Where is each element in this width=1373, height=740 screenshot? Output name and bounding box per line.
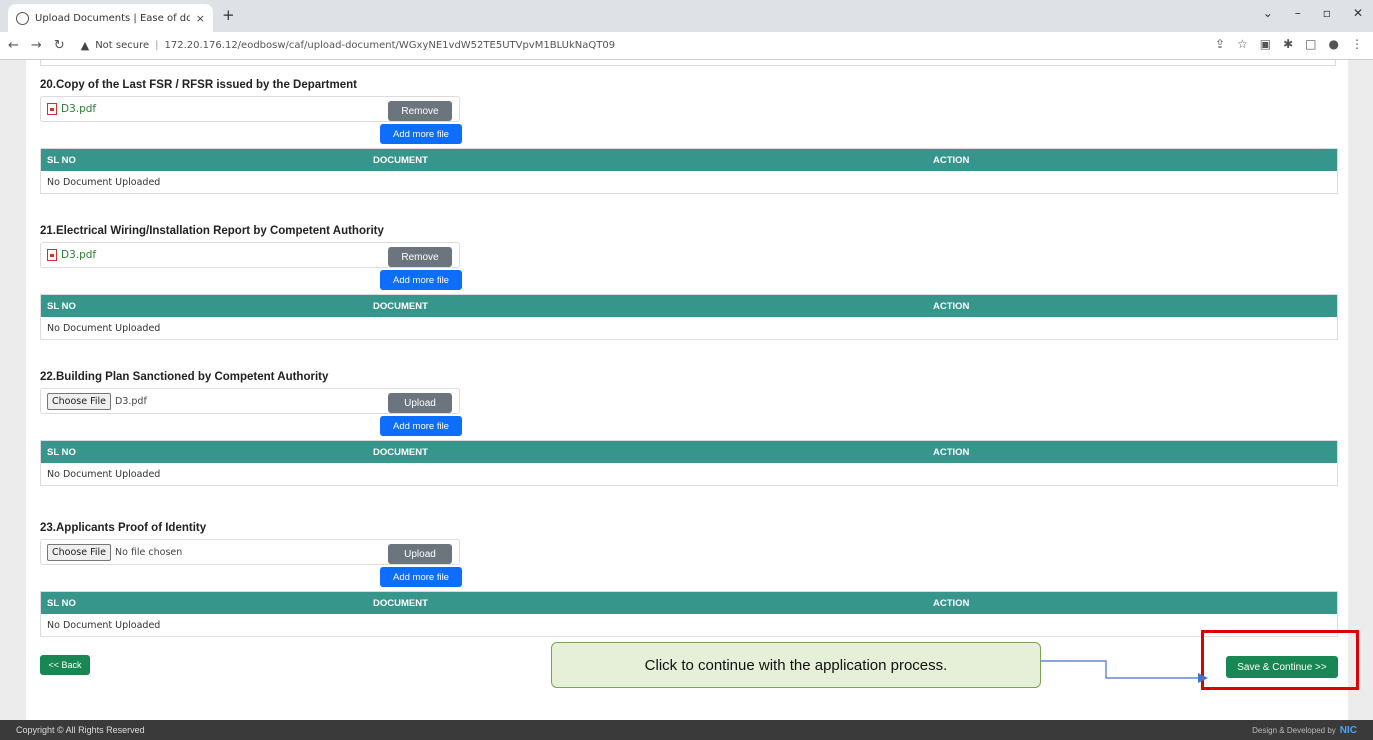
menu-icon[interactable]: ⋮ xyxy=(1351,37,1363,51)
extension-icons: ⇪ ☆ ▣ ✱ □ ● ⋮ xyxy=(1215,37,1363,51)
header-sl-no: SL NO xyxy=(47,154,76,166)
pdf-icon xyxy=(47,249,57,261)
header-sl-no: SL NO xyxy=(47,300,76,312)
document-section-22: 22.Building Plan Sanctioned by Competent… xyxy=(40,368,1338,486)
tab-close-icon[interactable]: × xyxy=(196,12,205,25)
header-document: DOCUMENT xyxy=(373,154,428,166)
profile-icon[interactable]: ● xyxy=(1329,37,1339,51)
previous-table-edge xyxy=(40,60,1336,66)
footer: Copyright © All Rights Reserved Design &… xyxy=(0,720,1373,740)
browser-tabstrip: Upload Documents | Ease of doi × + ⌄ – ▫… xyxy=(0,0,1373,32)
section-title: 23.Applicants Proof of Identity xyxy=(40,522,207,534)
table-header: SL NO DOCUMENT ACTION xyxy=(41,441,1337,463)
tab-title: Upload Documents | Ease of doi xyxy=(35,12,190,24)
table-row: No Document Uploaded xyxy=(47,619,161,631)
file-name: D3.pdf xyxy=(61,103,97,115)
uploaded-file-link[interactable]: D3.pdf xyxy=(47,103,96,115)
developer-credit: Design & Developed by NIC xyxy=(1252,725,1357,736)
add-more-file-button[interactable]: Add more file xyxy=(380,124,462,144)
header-action: ACTION xyxy=(933,154,970,166)
header-action: ACTION xyxy=(933,597,970,609)
header-sl-no: SL NO xyxy=(47,597,76,609)
callout-text: Click to continue with the application p… xyxy=(644,656,948,674)
highlight-box xyxy=(1201,630,1359,690)
chosen-file-name: No file chosen xyxy=(115,546,183,558)
remove-button[interactable]: Remove xyxy=(388,247,452,267)
copyright-text: Copyright © All Rights Reserved xyxy=(16,725,145,735)
documents-table: SL NO DOCUMENT ACTION No Document Upload… xyxy=(40,591,1338,637)
puzzle-icon[interactable]: ✱ xyxy=(1283,37,1293,51)
table-header: SL NO DOCUMENT ACTION xyxy=(41,592,1337,614)
pdf-icon xyxy=(47,103,57,115)
section-title: 21.Electrical Wiring/Installation Report… xyxy=(40,225,384,237)
table-row: No Document Uploaded xyxy=(47,468,161,480)
bookmark-star-icon[interactable]: ☆ xyxy=(1237,37,1248,51)
upload-button[interactable]: Upload xyxy=(388,544,452,564)
chosen-file-name: D3.pdf xyxy=(115,395,147,407)
sidebar-icon[interactable]: □ xyxy=(1305,37,1316,51)
add-more-file-button[interactable]: Add more file xyxy=(380,416,462,436)
documents-table: SL NO DOCUMENT ACTION No Document Upload… xyxy=(40,440,1338,486)
maximize-button[interactable]: ▫ xyxy=(1323,6,1331,20)
forward-arrow-icon[interactable]: → xyxy=(31,38,42,53)
globe-icon xyxy=(16,11,29,25)
table-row: No Document Uploaded xyxy=(47,176,161,188)
choose-file-button[interactable]: Choose File xyxy=(47,392,111,410)
documents-table: SL NO DOCUMENT ACTION No Document Upload… xyxy=(40,294,1338,340)
table-header: SL NO DOCUMENT ACTION xyxy=(41,149,1337,171)
omnibox-separator: | xyxy=(155,40,159,51)
header-sl-no: SL NO xyxy=(47,446,76,458)
upload-button[interactable]: Upload xyxy=(388,393,452,413)
share-icon[interactable]: ⇪ xyxy=(1215,37,1225,51)
file-name: D3.pdf xyxy=(61,249,97,261)
url-text[interactable]: 172.20.176.12/eodbosw/caf/upload-documen… xyxy=(165,40,616,51)
warning-icon: ▲ xyxy=(80,39,90,52)
document-section-20: 20.Copy of the Last FSR / RFSR issued by… xyxy=(40,76,1338,194)
document-section-23: 23.Applicants Proof of Identity Choose F… xyxy=(40,519,1338,637)
new-tab-button[interactable]: + xyxy=(222,6,235,24)
browser-tab[interactable]: Upload Documents | Ease of doi × xyxy=(8,4,213,32)
security-label: Not secure xyxy=(95,40,150,51)
back-button[interactable]: << Back xyxy=(40,655,90,675)
header-document: DOCUMENT xyxy=(373,446,428,458)
file-input-row: Choose File D3.pdf Upload xyxy=(40,388,460,414)
back-arrow-icon[interactable]: ← xyxy=(8,38,19,53)
extension-icon[interactable]: ▣ xyxy=(1260,37,1271,51)
documents-table: SL NO DOCUMENT ACTION No Document Upload… xyxy=(40,148,1338,194)
instruction-callout: Click to continue with the application p… xyxy=(551,642,1041,688)
close-window-button[interactable]: ✕ xyxy=(1353,6,1363,20)
window-controls: ⌄ – ▫ ✕ xyxy=(1263,6,1363,20)
chevron-down-icon[interactable]: ⌄ xyxy=(1263,6,1273,20)
reload-icon[interactable]: ↻ xyxy=(54,38,65,53)
page-content: 20.Copy of the Last FSR / RFSR issued by… xyxy=(26,60,1348,720)
add-more-file-button[interactable]: Add more file xyxy=(380,270,462,290)
remove-button[interactable]: Remove xyxy=(388,101,452,121)
add-more-file-button[interactable]: Add more file xyxy=(380,567,462,587)
header-document: DOCUMENT xyxy=(373,597,428,609)
nic-logo: NIC xyxy=(1339,724,1357,736)
table-header: SL NO DOCUMENT ACTION xyxy=(41,295,1337,317)
table-row: No Document Uploaded xyxy=(47,322,161,334)
header-action: ACTION xyxy=(933,300,970,312)
minimize-button[interactable]: – xyxy=(1295,6,1301,20)
section-title: 22.Building Plan Sanctioned by Competent… xyxy=(40,371,329,383)
header-document: DOCUMENT xyxy=(373,300,428,312)
file-row: D3.pdf Remove xyxy=(40,242,460,268)
uploaded-file-link[interactable]: D3.pdf xyxy=(47,249,96,261)
file-input-row: Choose File No file chosen Upload xyxy=(40,539,460,565)
omnibox[interactable]: ▲ Not secure | 172.20.176.12/eodbosw/caf… xyxy=(81,39,615,52)
developed-by-text: Design & Developed by xyxy=(1252,725,1336,735)
section-title: 20.Copy of the Last FSR / RFSR issued by… xyxy=(40,79,357,91)
header-action: ACTION xyxy=(933,446,970,458)
address-bar: ← → ↻ ▲ Not secure | 172.20.176.12/eodbo… xyxy=(0,32,1373,60)
file-row: D3.pdf Remove xyxy=(40,96,460,122)
choose-file-button[interactable]: Choose File xyxy=(47,543,111,561)
document-section-21: 21.Electrical Wiring/Installation Report… xyxy=(40,222,1338,340)
page-viewport: 20.Copy of the Last FSR / RFSR issued by… xyxy=(0,60,1373,720)
